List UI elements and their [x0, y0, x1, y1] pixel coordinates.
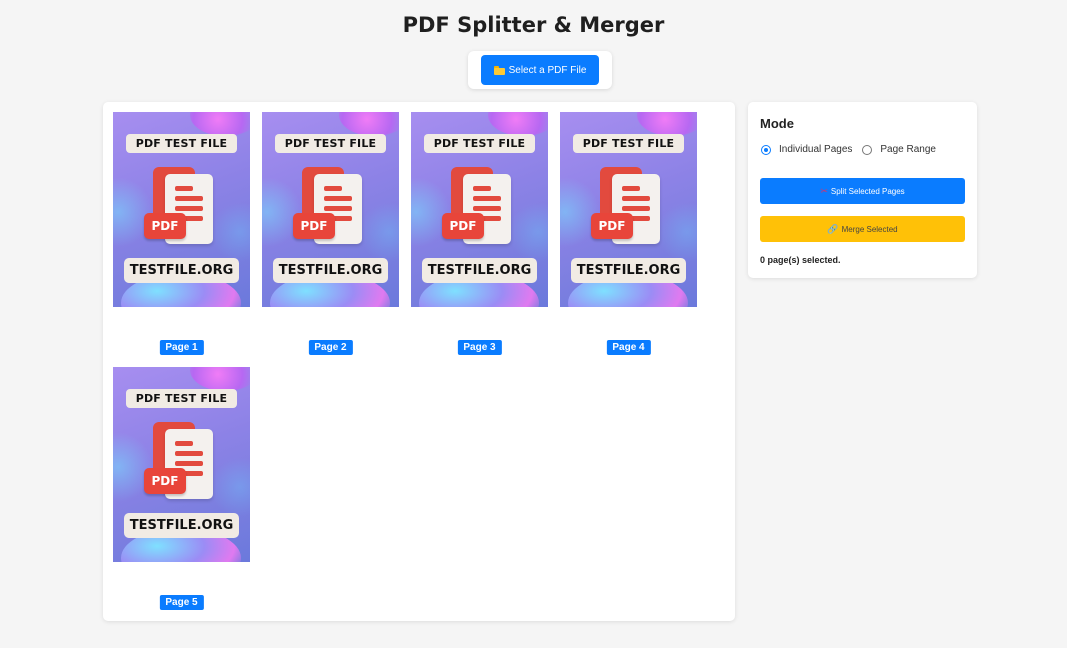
page-thumbnail[interactable]: PDF TEST FILE PDF TESTFILE.ORG	[262, 112, 399, 307]
thumbnail-title: PDF TEST FILE	[275, 134, 386, 153]
select-pdf-button[interactable]: Select a PDF File	[481, 55, 599, 85]
thumbnail-footer: TESTFILE.ORG	[124, 258, 239, 283]
pdf-badge: PDF	[442, 213, 484, 239]
page-label: Page 1	[159, 340, 204, 355]
page-label: Page 5	[159, 595, 204, 610]
selection-status: 0 page(s) selected.	[760, 255, 841, 265]
page-label: Page 3	[457, 340, 502, 355]
mode-heading: Mode	[760, 116, 794, 131]
pdf-badge: PDF	[144, 468, 186, 494]
page-label: Page 2	[308, 340, 353, 355]
thumbnail-title: PDF TEST FILE	[126, 389, 237, 408]
page-range-label[interactable]: Page Range	[880, 144, 936, 155]
thumbnail-footer: TESTFILE.ORG	[571, 258, 686, 283]
page-label: Page 4	[606, 340, 651, 355]
pdf-badge: PDF	[144, 213, 186, 239]
page-thumbnail[interactable]: PDF TEST FILE PDF TESTFILE.ORG	[411, 112, 548, 307]
merge-selected-button[interactable]: 🔗 Merge Selected	[760, 216, 965, 242]
split-selected-label: Split Selected Pages	[830, 186, 905, 196]
mode-panel: Mode Individual Pages Page Range ✂ Split…	[748, 102, 977, 278]
split-selected-button[interactable]: ✂ Split Selected Pages	[760, 178, 965, 204]
page-grid: PDF TEST FILE PDF TESTFILE.ORG Page 1 PD…	[103, 102, 735, 621]
page-title: PDF Splitter & Merger	[402, 13, 665, 37]
folder-icon	[493, 65, 505, 75]
thumbnail-footer: TESTFILE.ORG	[124, 513, 239, 538]
select-pdf-label: Select a PDF File	[508, 64, 587, 76]
thumbnail-footer: TESTFILE.ORG	[273, 258, 388, 283]
thumbnail-footer: TESTFILE.ORG	[422, 258, 537, 283]
link-icon: 🔗	[827, 223, 839, 234]
thumbnail-title: PDF TEST FILE	[424, 134, 535, 153]
page-thumbnail[interactable]: PDF TEST FILE PDF TESTFILE.ORG	[113, 112, 250, 307]
mode-options: Individual Pages Page Range	[761, 144, 946, 155]
scissors-icon: ✂	[820, 185, 828, 196]
page-thumbnail[interactable]: PDF TEST FILE PDF TESTFILE.ORG	[560, 112, 697, 307]
pdf-badge: PDF	[293, 213, 335, 239]
thumbnail-title: PDF TEST FILE	[573, 134, 684, 153]
thumbnail-title: PDF TEST FILE	[126, 134, 237, 153]
page-range-radio[interactable]	[862, 144, 873, 155]
pdf-badge: PDF	[591, 213, 633, 239]
individual-pages-label[interactable]: Individual Pages	[779, 144, 852, 155]
individual-pages-radio[interactable]	[761, 144, 771, 155]
page-thumbnail[interactable]: PDF TEST FILE PDF TESTFILE.ORG	[113, 367, 250, 562]
merge-selected-label: Merge Selected	[841, 224, 898, 234]
file-select-card: Select a PDF File	[468, 51, 612, 89]
